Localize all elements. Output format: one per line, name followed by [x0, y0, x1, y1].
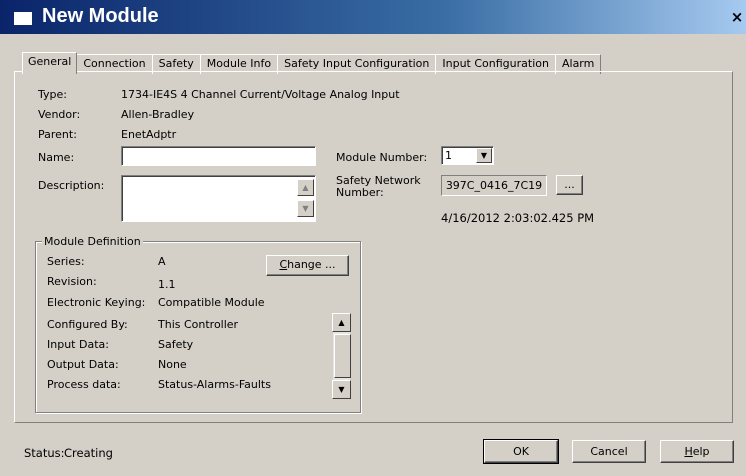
definition-label: Electronic Keying: [47, 296, 146, 309]
window-title: New Module [42, 5, 159, 27]
module-number-value: 1 [445, 149, 452, 162]
definition-label: Input Data: [47, 338, 109, 351]
safety-network-browse-button[interactable]: ... [556, 175, 583, 195]
close-button[interactable]: × [728, 7, 746, 27]
status-label: Status: [24, 446, 65, 460]
module-number-select[interactable]: 1 ▼ [441, 146, 494, 165]
definition-value: None [158, 358, 187, 371]
title-bar: New Module [0, 0, 746, 34]
definition-value: This Controller [158, 318, 239, 331]
vendor-value: Allen-Bradley [121, 108, 195, 121]
description-scroll-down-icon[interactable]: ▼ [297, 200, 314, 217]
tab-strip: General Connection Safety Module Info Sa… [22, 52, 602, 74]
status-value: Creating [64, 446, 113, 460]
type-value: 1734-IE4S 4 Channel Current/Voltage Anal… [121, 88, 400, 101]
scroll-down-icon[interactable]: ▼ [332, 380, 351, 399]
description-scroll-up-icon[interactable]: ▲ [297, 179, 314, 196]
help-button[interactable]: Help [660, 440, 734, 463]
type-label: Type: [38, 88, 67, 101]
safety-network-number: 397C_0416_7C19 [441, 175, 547, 196]
chevron-down-icon[interactable]: ▼ [476, 148, 492, 163]
definition-label: Configured By: [47, 318, 128, 331]
definition-value: Compatible Module [158, 296, 265, 309]
window-icon [14, 12, 32, 25]
module-number-label: Module Number: [336, 151, 428, 164]
parent-label: Parent: [38, 128, 77, 141]
definition-value: Status-Alarms-Faults [158, 378, 271, 391]
description-label: Description: [38, 179, 105, 192]
description-field[interactable]: ▲ ▼ [121, 175, 316, 222]
change-button[interactable]: Change ... [266, 255, 349, 276]
ok-button[interactable]: OK [483, 439, 559, 464]
module-definition-title: Module Definition [42, 235, 143, 248]
tab-general[interactable]: General [22, 52, 78, 74]
scrollbar-thumb[interactable] [334, 334, 351, 378]
definition-label: Output Data: [47, 358, 119, 371]
vendor-label: Vendor: [38, 108, 81, 121]
definition-label: Revision: [47, 275, 97, 288]
name-label: Name: [38, 151, 75, 164]
parent-value: EnetAdptr [121, 128, 177, 141]
safety-network-label-line2: Number: [336, 186, 384, 199]
definition-label: Process data: [47, 378, 121, 391]
definition-value: A [158, 255, 166, 268]
timestamp: 4/16/2012 2:03:02.425 PM [441, 211, 595, 225]
cancel-button[interactable]: Cancel [572, 440, 646, 463]
definition-value: Safety [158, 338, 194, 351]
scroll-up-icon[interactable]: ▲ [332, 313, 351, 332]
definition-value: 1.1 [158, 278, 176, 291]
name-field[interactable] [121, 146, 316, 166]
definition-label: Series: [47, 255, 85, 268]
